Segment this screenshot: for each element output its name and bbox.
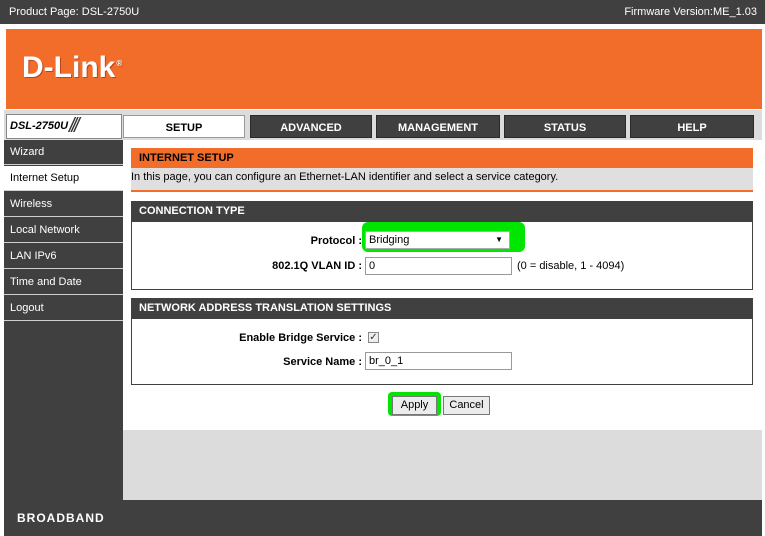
- vlan-id-hint: (0 = disable, 1 - 4094): [517, 260, 625, 272]
- slash-decoration-icon: ///: [69, 115, 80, 137]
- apply-button[interactable]: Apply: [392, 396, 437, 415]
- sidebar-item-logout[interactable]: Logout: [4, 296, 123, 321]
- tab-management[interactable]: MANAGEMENT: [376, 115, 500, 138]
- service-name-label: Service Name :: [283, 356, 362, 368]
- protocol-select[interactable]: Bridging ▼: [365, 231, 510, 249]
- footer-bar: BROADBAND: [4, 500, 762, 536]
- tab-setup[interactable]: SETUP: [123, 115, 245, 138]
- sidebar-item-wizard[interactable]: Wizard: [4, 140, 123, 165]
- connection-type-header: CONNECTION TYPE: [131, 201, 753, 222]
- nat-settings-header: NETWORK ADDRESS TRANSLATION SETTINGS: [131, 298, 753, 319]
- tab-status[interactable]: STATUS: [504, 115, 626, 138]
- brand-banner: D-Link®: [6, 29, 762, 109]
- enable-bridge-label: Enable Bridge Service :: [239, 332, 362, 344]
- sidebar-item-local-network[interactable]: Local Network: [4, 218, 123, 243]
- internet-setup-description: In this page, you can configure an Ether…: [131, 168, 753, 192]
- top-bar: Product Page: DSL-2750U Firmware Version…: [0, 0, 765, 24]
- sidebar-item-time-and-date[interactable]: Time and Date: [4, 270, 123, 295]
- description-text: In this page, you can configure an Ether…: [131, 171, 559, 183]
- sidebar-item-internet-setup[interactable]: Internet Setup: [4, 166, 123, 191]
- product-page-label: Product Page: DSL-2750U: [9, 6, 140, 18]
- dlink-logo: D-Link®: [22, 51, 123, 84]
- dropdown-arrow-icon: ▼: [495, 235, 503, 244]
- firmware-version-label: Firmware Version:ME_1.03: [624, 6, 757, 18]
- tab-help[interactable]: HELP: [630, 115, 754, 138]
- cancel-button[interactable]: Cancel: [443, 396, 490, 415]
- sidebar-item-wireless[interactable]: Wireless: [4, 192, 123, 217]
- vlan-id-label: 802.1Q VLAN ID :: [272, 260, 362, 272]
- tab-advanced[interactable]: ADVANCED: [250, 115, 372, 138]
- internet-setup-header: INTERNET SETUP: [131, 148, 753, 169]
- enable-bridge-checkbox[interactable]: ✓: [368, 332, 379, 343]
- model-badge: DSL-2750U ///: [6, 114, 122, 139]
- protocol-label: Protocol :: [310, 235, 362, 247]
- vlan-id-input[interactable]: [365, 257, 512, 275]
- footer-brand: BROADBAND: [17, 511, 105, 525]
- sidebar-item-lan-ipv6[interactable]: LAN IPv6: [4, 244, 123, 269]
- model-label: DSL-2750U: [10, 120, 69, 132]
- sidebar: Wizard Internet Setup Wireless Local Net…: [4, 140, 123, 500]
- protocol-value: Bridging: [369, 234, 410, 246]
- service-name-input[interactable]: [365, 352, 512, 370]
- content-bottom-area: [123, 430, 762, 500]
